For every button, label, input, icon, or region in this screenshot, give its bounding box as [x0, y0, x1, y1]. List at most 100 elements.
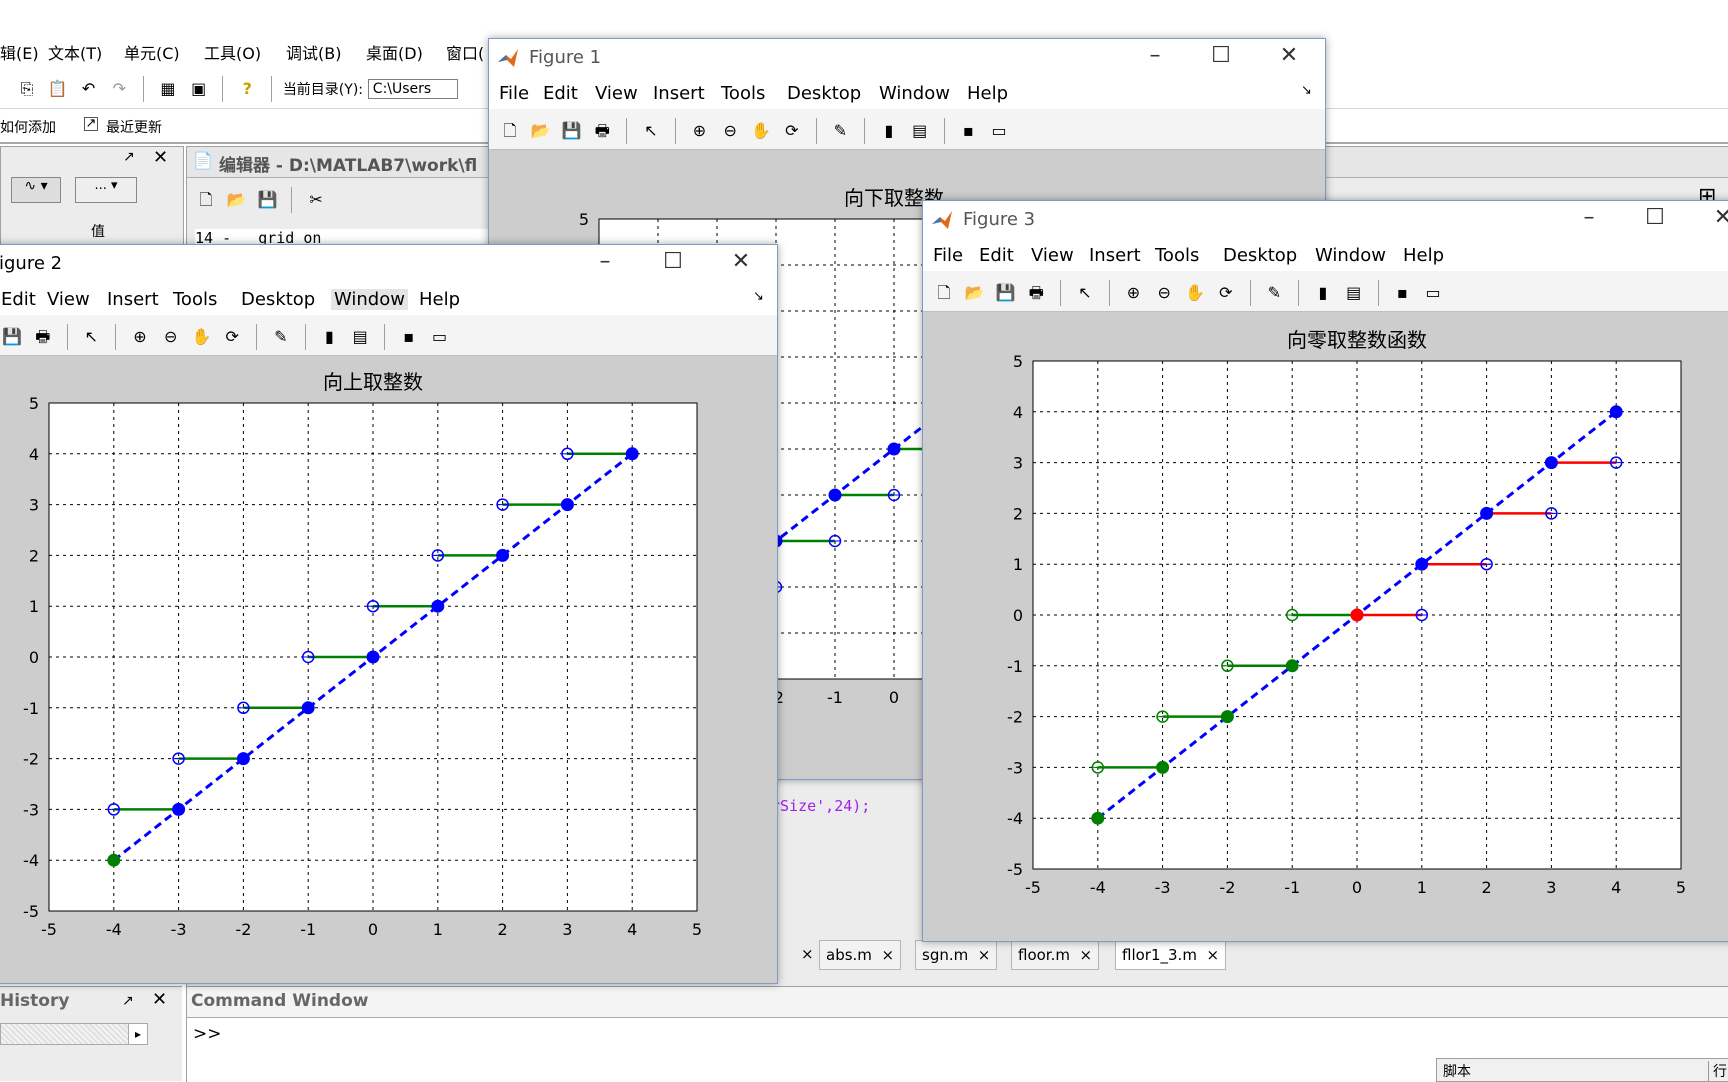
menu-edit[interactable]: Edit: [1, 289, 36, 310]
save-icon[interactable]: 💾: [2, 327, 22, 347]
undo-icon[interactable]: ↶: [79, 79, 99, 99]
new-figure-icon[interactable]: 🗋: [500, 121, 520, 141]
hide-tools-icon[interactable]: ▪: [1392, 283, 1412, 303]
menu-insert[interactable]: Insert: [1089, 245, 1141, 266]
close-icon[interactable]: ✕: [152, 989, 167, 1010]
data-cursor-icon[interactable]: ✎: [1264, 283, 1284, 303]
print-icon[interactable]: 🖶: [33, 327, 53, 347]
maximize-icon[interactable]: ☐: [1635, 205, 1675, 230]
cut-icon[interactable]: ✂: [306, 190, 326, 210]
menu-text[interactable]: 文本(T): [48, 40, 102, 64]
figure-1-titlebar[interactable]: Figure 1 – ☐ ✕: [489, 39, 1325, 77]
legend-icon[interactable]: ▤: [1344, 283, 1364, 303]
menu-tools[interactable]: Tools: [721, 83, 765, 104]
minimize-icon[interactable]: –: [1135, 43, 1175, 68]
edit-plot-icon[interactable]: ↖: [641, 121, 661, 141]
redo-icon[interactable]: ↷: [109, 79, 129, 99]
figure-2-titlebar[interactable]: igure 2 – ☐ ✕: [0, 245, 777, 283]
menu-tools[interactable]: Tools: [1155, 245, 1199, 266]
guide-icon[interactable]: ▣: [189, 79, 209, 99]
menu-tools[interactable]: 工具(O): [204, 40, 261, 64]
tab-close-icon[interactable]: ×: [795, 940, 820, 968]
menu-desktop[interactable]: Desktop: [1223, 245, 1297, 266]
close-icon[interactable]: ✕: [721, 249, 761, 274]
zoom-out-icon[interactable]: ⊖: [720, 121, 740, 141]
legend-icon[interactable]: ▤: [350, 327, 370, 347]
new-figure-icon[interactable]: 🗋: [934, 283, 954, 303]
pan-icon[interactable]: ✋: [1185, 283, 1205, 303]
zoom-in-icon[interactable]: ⊕: [1123, 283, 1143, 303]
paste-icon[interactable]: 📋: [48, 79, 68, 99]
show-tools-icon[interactable]: ▭: [989, 121, 1009, 141]
menu-insert[interactable]: Insert: [107, 289, 159, 310]
zoom-out-icon[interactable]: ⊖: [161, 327, 181, 347]
hide-tools-icon[interactable]: ▪: [399, 327, 419, 347]
menu-edit[interactable]: Edit: [543, 83, 578, 104]
open-file-icon[interactable]: 📂: [227, 190, 247, 210]
rotate-icon[interactable]: ⟳: [1216, 283, 1236, 303]
data-cursor-icon[interactable]: ✎: [271, 327, 291, 347]
command-prompt[interactable]: >>: [193, 1024, 222, 1044]
menu-insert[interactable]: Insert: [653, 83, 705, 104]
editor-code-fragment[interactable]: rSize',24);: [771, 797, 870, 815]
stack-selector[interactable]: ... ▾: [75, 177, 137, 203]
menu-view[interactable]: View: [47, 289, 90, 310]
minimize-icon[interactable]: –: [585, 249, 625, 274]
colorbar-icon[interactable]: ▮: [319, 327, 339, 347]
show-tools-icon[interactable]: ▭: [1423, 283, 1443, 303]
edit-plot-icon[interactable]: ↖: [81, 327, 101, 347]
menu-tools[interactable]: Tools: [173, 289, 217, 310]
history-scrollbar[interactable]: ▸: [0, 1023, 148, 1045]
print-icon[interactable]: 🖶: [592, 121, 612, 141]
pan-icon[interactable]: ✋: [191, 327, 212, 347]
menu-view[interactable]: View: [595, 83, 638, 104]
menu-desktop[interactable]: Desktop: [241, 289, 315, 310]
colorbar-icon[interactable]: ▮: [1313, 283, 1333, 303]
hide-tools-icon[interactable]: ▪: [958, 121, 978, 141]
menu-desktop[interactable]: Desktop: [787, 83, 861, 104]
help-icon[interactable]: ?: [237, 79, 257, 99]
menu-file[interactable]: File: [499, 83, 529, 104]
tab-abs[interactable]: abs.m ×: [819, 940, 902, 970]
colorbar-icon[interactable]: ▮: [879, 121, 899, 141]
new-file-icon[interactable]: 🗋: [196, 190, 216, 210]
zoom-in-icon[interactable]: ⊕: [130, 327, 150, 347]
tab-sgn[interactable]: sgn.m ×: [915, 940, 998, 970]
shortcut-howto[interactable]: 如何添加: [0, 117, 56, 137]
rotate-icon[interactable]: ⟳: [782, 121, 802, 141]
edit-plot-icon[interactable]: ↖: [1075, 283, 1095, 303]
legend-icon[interactable]: ▤: [910, 121, 930, 141]
menu-help[interactable]: Help: [419, 289, 460, 310]
menu-edit[interactable]: 辑(E): [0, 40, 39, 64]
menu-window[interactable]: Window: [879, 83, 950, 104]
menu-help[interactable]: Help: [1403, 245, 1444, 266]
menu-window[interactable]: Window: [331, 289, 408, 310]
open-file-icon[interactable]: 📂: [965, 283, 985, 303]
close-icon[interactable]: ✕: [153, 147, 168, 168]
menu-file[interactable]: File: [933, 245, 963, 266]
maximize-icon[interactable]: ☐: [653, 249, 693, 274]
undock-icon[interactable]: ↗: [123, 149, 135, 165]
undock-icon[interactable]: ↗: [122, 993, 134, 1009]
tab-fllor1-3[interactable]: fllor1_3.m ×: [1115, 940, 1227, 970]
menu-window[interactable]: 窗口(: [446, 40, 484, 64]
dock-arrow-icon[interactable]: ↘: [753, 289, 764, 304]
close-icon[interactable]: ✕: [1269, 43, 1309, 68]
shortcut-recent[interactable]: 最近更新: [106, 117, 162, 137]
save-icon[interactable]: 💾: [996, 283, 1016, 303]
save-icon[interactable]: 💾: [258, 190, 278, 210]
menu-debug[interactable]: 调试(B): [286, 40, 341, 64]
menu-cell[interactable]: 单元(C): [124, 40, 180, 64]
rotate-icon[interactable]: ⟳: [222, 327, 242, 347]
save-icon[interactable]: 💾: [562, 121, 582, 141]
dock-arrow-icon[interactable]: ↘: [1301, 83, 1312, 98]
menu-edit[interactable]: Edit: [979, 245, 1014, 266]
menu-help[interactable]: Help: [967, 83, 1008, 104]
current-dir-input[interactable]: C:\Users: [367, 79, 458, 99]
show-tools-icon[interactable]: ▭: [430, 327, 450, 347]
copy-icon[interactable]: ⎘: [17, 79, 37, 99]
zoom-in-icon[interactable]: ⊕: [689, 121, 709, 141]
zoom-out-icon[interactable]: ⊖: [1154, 283, 1174, 303]
plot-selector[interactable]: ∿ ▾: [11, 177, 61, 203]
maximize-icon[interactable]: ☐: [1201, 43, 1241, 68]
